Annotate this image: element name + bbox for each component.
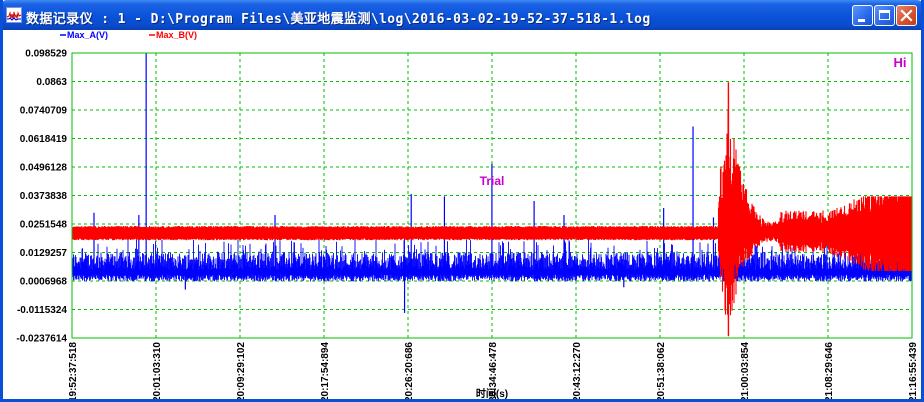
legend-label-a: Max_A(V) <box>67 30 108 40</box>
x-tick-label: 19:52:37:518 <box>68 342 79 399</box>
x-tick-label: 21:16:55:439 <box>908 342 919 399</box>
maximize-button[interactable] <box>874 5 895 26</box>
y-tick-label: 0.0006968 <box>20 277 68 288</box>
close-icon <box>900 9 913 22</box>
y-tick-label: 0.0740709 <box>20 106 68 117</box>
y-tick-label: 0.0496128 <box>20 163 68 174</box>
y-tick-label: 0.0863 <box>36 77 67 88</box>
close-button[interactable] <box>896 5 917 26</box>
x-tick-label: 20:43:12:270 <box>572 342 583 399</box>
window-title: 数据记录仪 : 1 - D:\Program Files\美亚地震监测\log\… <box>26 12 651 27</box>
title-bar[interactable]: 数据记录仪 : 1 - D:\Program Files\美亚地震监测\log\… <box>3 0 921 30</box>
waveform-app-icon <box>6 7 22 23</box>
y-tick-label: 0.0129257 <box>20 248 68 259</box>
x-tick-label: 21:08:29:646 <box>824 342 835 399</box>
x-tick-label: 20:17:54:894 <box>320 342 331 399</box>
y-tick-label: 0.098529 <box>25 49 67 60</box>
minimize-button[interactable] <box>852 5 873 26</box>
chart[interactable]: 0.098529 0.0863 0.0740709 0.0618419 0.049612… <box>3 27 921 399</box>
y-tick-label: 0.0251548 <box>20 220 68 231</box>
maximize-icon <box>879 10 890 20</box>
x-tick-label: 20:09:29:102 <box>236 342 247 399</box>
minimize-icon <box>858 19 865 22</box>
y-tick-label: -0.0115324 <box>17 305 67 316</box>
legend-label-b: Max_B(V) <box>156 30 197 40</box>
legend: Max_A(V) Max_B(V) <box>60 30 197 40</box>
x-tick-label: 20:26:20:686 <box>404 342 415 399</box>
x-tick-label: 20:51:38:062 <box>656 342 667 399</box>
y-tick-label: -0.0237614 <box>16 334 67 345</box>
x-tick-label: 21:00:03:854 <box>740 342 751 399</box>
y-tick-label: 0.0618419 <box>20 134 68 145</box>
annotation-trial: Trial <box>480 174 505 188</box>
annotation-hi: Hi <box>894 55 907 70</box>
y-axis: 0.098529 0.0863 0.0740709 0.0618419 0.049612… <box>16 49 67 345</box>
app-window: 数据记录仪 : 1 - D:\Program Files\美亚地震监测\log\… <box>0 0 924 402</box>
y-tick-label: 0.0373838 <box>20 191 68 202</box>
x-tick-label: 20:01:03:310 <box>152 342 163 399</box>
x-axis-label: 时间(s) <box>476 387 508 399</box>
